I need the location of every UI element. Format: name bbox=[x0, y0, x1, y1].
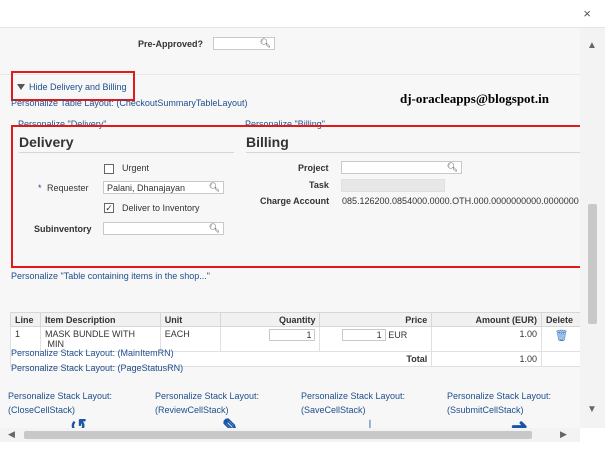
items-table: Line Item Description Unit Quantity Pric… bbox=[9, 312, 580, 367]
trash-icon[interactable]: 🗑︎ bbox=[555, 330, 569, 342]
cell-amount: 1.00 bbox=[431, 326, 542, 352]
subinventory-input[interactable]: 🔍︎ bbox=[103, 222, 224, 235]
cell-price: 1 EUR bbox=[319, 326, 433, 352]
col-price[interactable]: Price bbox=[319, 312, 433, 327]
submit-stack-link[interactable]: Personalize Stack Layout: bbox=[447, 391, 551, 401]
scroll-up-icon[interactable]: ▲ bbox=[587, 40, 597, 51]
search-icon[interactable]: 🔍︎ bbox=[209, 182, 220, 193]
hide-delivery-billing-link[interactable]: Hide Delivery and Billing bbox=[29, 82, 127, 92]
save-stack-name[interactable]: (SaveCellStack) bbox=[301, 405, 366, 415]
close-stack-link[interactable]: Personalize Stack Layout: bbox=[8, 391, 112, 401]
col-quantity[interactable]: Quantity bbox=[219, 312, 321, 327]
col-amount[interactable]: Amount (EUR) bbox=[431, 312, 542, 327]
billing-heading: Billing bbox=[246, 134, 289, 150]
dialog-header: × bbox=[0, 0, 605, 28]
close-icon[interactable]: × bbox=[583, 6, 591, 21]
project-input[interactable]: 🔍︎ bbox=[341, 161, 462, 174]
urgent-label: Urgent bbox=[122, 163, 150, 173]
vertical-scrollbar[interactable]: ▲ ▼ bbox=[580, 28, 605, 428]
scroll-right-icon[interactable]: ▶ bbox=[560, 429, 567, 440]
save-icon[interactable]: ↓ bbox=[365, 414, 375, 428]
scroll-down-icon[interactable]: ▼ bbox=[587, 404, 597, 415]
search-icon[interactable]: 🔍︎ bbox=[260, 38, 271, 49]
scroll-left-icon[interactable]: ◀ bbox=[8, 429, 15, 440]
price-input[interactable]: 1 bbox=[341, 329, 386, 341]
total-value: 1.00 bbox=[431, 351, 542, 367]
total-label: Total bbox=[319, 351, 433, 367]
save-stack-link[interactable]: Personalize Stack Layout: bbox=[301, 391, 405, 401]
cell-delete: 🗑︎ bbox=[540, 326, 580, 352]
task-label: Task bbox=[309, 180, 329, 190]
deliver-inventory-label: Deliver to Inventory bbox=[122, 203, 200, 213]
charge-account-label: Charge Account bbox=[260, 196, 330, 206]
delivery-heading: Delivery bbox=[19, 134, 74, 150]
col-delete[interactable]: Delete bbox=[540, 312, 580, 327]
personalize-main-link[interactable]: Personalize Stack Layout: (MainItemRN) bbox=[11, 348, 174, 358]
review-stack-link[interactable]: Personalize Stack Layout: bbox=[155, 391, 259, 401]
close-stack-name[interactable]: (CloseCellStack) bbox=[8, 405, 75, 415]
currency: EUR bbox=[388, 330, 408, 340]
required-indicator: * bbox=[38, 183, 42, 193]
requester-value: Palani, Dhanajayan bbox=[107, 183, 186, 193]
requester-label: Requester bbox=[47, 183, 89, 193]
cell-quantity: 1 bbox=[219, 326, 321, 352]
edit-icon[interactable]: ✎ bbox=[222, 414, 239, 428]
col-line[interactable]: Line bbox=[10, 312, 41, 327]
task-input bbox=[341, 179, 445, 192]
search-icon[interactable]: 🔍︎ bbox=[447, 162, 458, 173]
billing-divider bbox=[246, 152, 580, 153]
project-label: Project bbox=[298, 163, 329, 173]
col-unit[interactable]: Unit bbox=[159, 312, 221, 327]
table-header-row: Line Item Description Unit Quantity Pric… bbox=[10, 312, 580, 327]
personalize-page-link[interactable]: Personalize Stack Layout: (PageStatusRN) bbox=[11, 363, 183, 373]
preapproved-label: Pre-Approved? bbox=[138, 39, 204, 49]
requester-input[interactable]: Palani, Dhanajayan 🔍︎ bbox=[103, 181, 224, 194]
vertical-scroll-thumb[interactable] bbox=[588, 204, 597, 324]
personalize-items-link[interactable]: Personalize "Table containing items in t… bbox=[11, 271, 210, 281]
delivery-divider bbox=[19, 152, 234, 153]
watermark: dj-oracleapps@blogspot.in bbox=[400, 91, 549, 106]
personalize-table-layout-link[interactable]: Personalize Table Layout: (CheckoutSumma… bbox=[11, 98, 247, 108]
preapproved-input[interactable]: 🔍︎ bbox=[213, 37, 275, 50]
quantity-input[interactable]: 1 bbox=[269, 329, 316, 341]
horizontal-scrollbar[interactable]: ◀ ▶ bbox=[0, 428, 580, 442]
subinventory-label: Subinventory bbox=[34, 224, 92, 234]
undo-icon[interactable]: ↺ bbox=[70, 414, 87, 428]
review-stack-name[interactable]: (ReviewCellStack) bbox=[155, 405, 229, 415]
charge-account-value: 085.126200.0854000.0000.OTH.000.00000000… bbox=[342, 196, 579, 206]
search-icon[interactable]: 🔍︎ bbox=[209, 223, 220, 234]
dialog-footer bbox=[0, 442, 605, 456]
collapse-triangle-icon[interactable] bbox=[17, 84, 25, 90]
urgent-checkbox[interactable] bbox=[104, 164, 114, 174]
desc-line1: MASK BUNDLE WITH bbox=[44, 329, 135, 339]
deliver-inventory-checkbox[interactable]: ✓ bbox=[104, 203, 114, 213]
main-content: Pre-Approved? 🔍︎ Hide Delivery and Billi… bbox=[0, 28, 580, 428]
horizontal-scroll-thumb[interactable] bbox=[24, 431, 532, 439]
submit-icon[interactable]: ➜ bbox=[511, 414, 528, 428]
col-item-description[interactable]: Item Description bbox=[39, 312, 161, 327]
